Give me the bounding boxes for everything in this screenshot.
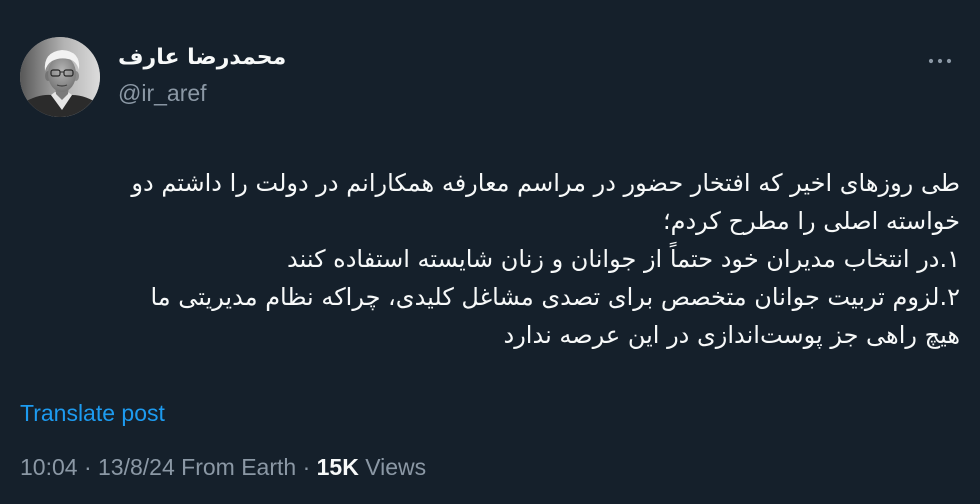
tweet-date[interactable]: 13/8/24: [98, 454, 175, 480]
author-handle[interactable]: @ir_aref: [118, 79, 207, 107]
avatar[interactable]: [20, 37, 100, 117]
tweet-text: طی روزهای اخیر که افتخار حضور در مراسم م…: [20, 164, 960, 354]
more-options-button[interactable]: [924, 49, 956, 73]
avatar-image: [20, 37, 100, 117]
tweet-time[interactable]: 10:04: [20, 454, 78, 480]
translate-post-link[interactable]: Translate post: [20, 399, 165, 427]
meta-separator: ·: [302, 454, 311, 480]
more-horizontal-icon: [928, 58, 952, 64]
tweet-source: From Earth: [181, 454, 297, 480]
tweet-detail: محمدرضا عارف @ir_aref طی روزهای اخیر که …: [0, 0, 980, 504]
tweet-text-line-5: هیچ راهی جز پوست‌اندازی در این عرصه ندار…: [503, 321, 960, 349]
views-label: Views: [365, 454, 427, 480]
tweet-text-line-1: طی روزهای اخیر که افتخار حضور در مراسم م…: [131, 169, 960, 197]
tweet-text-line-3: ۱.در انتخاب مدیران خود حتماً از جوانان و…: [287, 245, 960, 273]
tweet-text-line-2: خواسته اصلی را مطرح کردم؛: [662, 207, 960, 235]
views-count: 15K: [316, 454, 359, 480]
tweet-meta: 10:04 · 13/8/24 From Earth · 15K Views: [20, 453, 426, 481]
author-display-name[interactable]: محمدرضا عارف: [118, 44, 286, 72]
tweet-text-line-4: ۲.لزوم تربیت جوانان متخصص برای تصدی مشاغ…: [150, 283, 960, 311]
meta-separator: ·: [83, 454, 92, 480]
